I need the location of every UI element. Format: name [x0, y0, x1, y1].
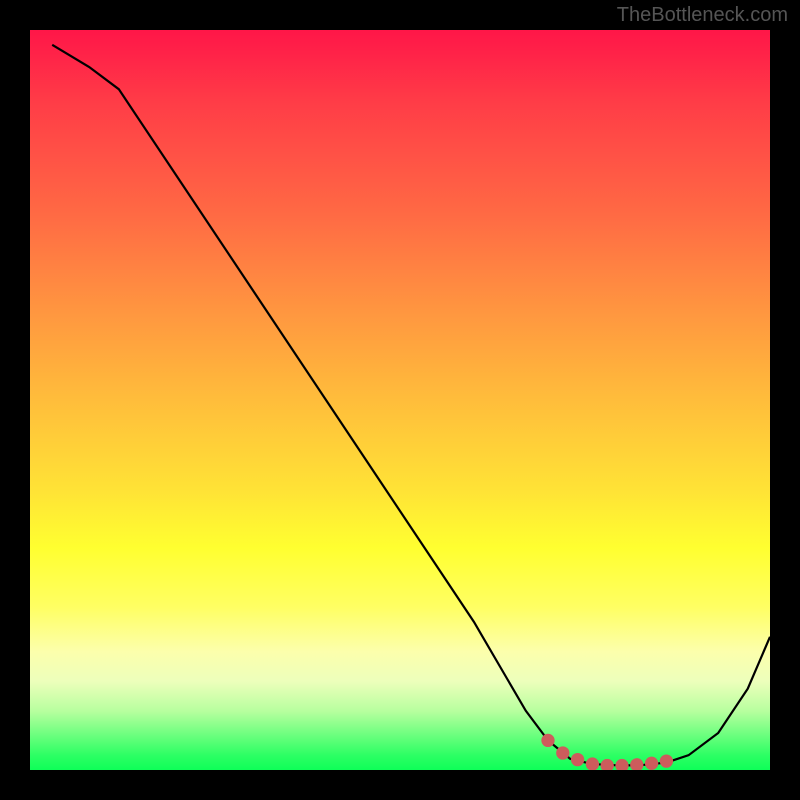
chart-svg — [30, 30, 770, 770]
highlight-dot — [615, 759, 628, 770]
highlight-dot — [601, 759, 614, 770]
highlight-dot — [571, 753, 584, 766]
plot-area — [30, 30, 770, 770]
highlight-dot — [630, 758, 643, 770]
highlight-dot — [660, 754, 673, 767]
watermark-label: TheBottleneck.com — [617, 4, 788, 27]
highlight-region — [541, 734, 673, 770]
highlight-dot — [645, 757, 658, 770]
highlight-dot — [541, 734, 554, 747]
highlight-dot — [556, 746, 569, 759]
chart-container: TheBottleneck.com — [0, 0, 800, 800]
highlight-dot — [586, 757, 599, 770]
main-curve — [52, 45, 770, 766]
